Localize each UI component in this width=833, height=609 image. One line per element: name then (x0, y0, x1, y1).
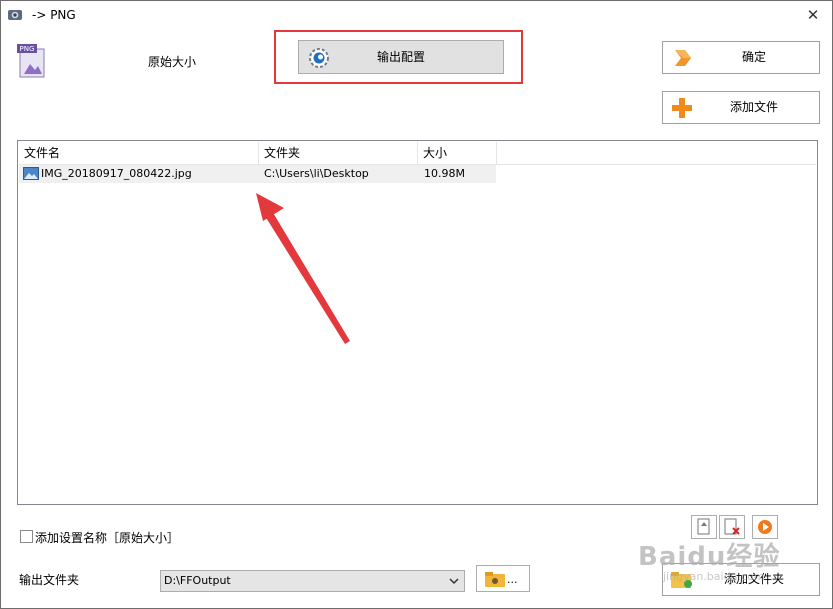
title-bar: -> PNG ✕ (1, 1, 832, 30)
add-file-label: 添加文件 (729, 100, 778, 114)
add-folder-icon (671, 572, 692, 588)
play-icon (758, 520, 772, 534)
gear-icon (309, 48, 329, 68)
profile-label: 原始大小 (148, 55, 197, 69)
add-setting-name-checkbox[interactable]: 添加设置名称［原始大小］ (20, 530, 179, 546)
plus-icon (672, 98, 692, 118)
png-format-icon: PNG (17, 44, 45, 78)
move-up-button[interactable] (691, 515, 717, 539)
browse-dots: ... (507, 573, 518, 586)
add-setting-name-label: 添加设置名称［原始大小］ (35, 531, 180, 545)
output-settings-button[interactable]: 输出配置 (298, 40, 504, 74)
add-folder-label: 添加文件夹 (723, 572, 784, 586)
output-settings-label: 输出配置 (376, 50, 425, 64)
arrow-right-icon (675, 50, 691, 66)
app-icon (8, 10, 22, 20)
add-folder-button[interactable]: 添加文件夹 (662, 563, 820, 596)
file-list[interactable]: 文件名 文件夹 大小 IMG_20180917_080422.jpg C:\Us… (17, 140, 818, 505)
png-format-label: PNG (20, 45, 35, 53)
output-folder-value: D:\FFOutput (164, 574, 231, 587)
folder-icon (485, 572, 505, 587)
file-list-header: 文件名 文件夹 大小 (19, 142, 816, 165)
browse-folder-button[interactable]: ... (476, 565, 530, 592)
column-header-size[interactable]: 大小 (418, 142, 497, 164)
chevron-down-icon (449, 578, 459, 585)
output-folder-select[interactable]: D:\FFOutput (160, 570, 465, 592)
column-header-filename[interactable]: 文件名 (19, 142, 259, 164)
close-icon[interactable]: ✕ (802, 5, 824, 25)
table-row[interactable]: IMG_20180917_080422.jpg C:\Users\li\Desk… (19, 165, 496, 183)
converter-window: -> PNG ✕ PNG 原始大小 输出配置 确定 添加文件 文件名 文件夹 大… (0, 0, 833, 609)
window-title: -> PNG (32, 8, 76, 22)
cell-folder: C:\Users\li\Desktop (264, 167, 369, 180)
page-up-icon (697, 518, 710, 535)
checkbox-box[interactable] (20, 530, 33, 543)
output-folder-label: 输出文件夹 (19, 573, 80, 587)
remove-button[interactable] (719, 515, 745, 539)
cell-filename: IMG_20180917_080422.jpg (41, 167, 192, 180)
cell-size: 10.98M (424, 167, 465, 180)
column-header-folder[interactable]: 文件夹 (259, 142, 418, 164)
ok-label: 确定 (741, 50, 766, 64)
add-file-button[interactable]: 添加文件 (662, 91, 820, 124)
image-file-icon (23, 167, 39, 180)
remove-file-icon (724, 518, 740, 535)
play-button[interactable] (752, 515, 778, 539)
ok-button[interactable]: 确定 (662, 41, 820, 74)
